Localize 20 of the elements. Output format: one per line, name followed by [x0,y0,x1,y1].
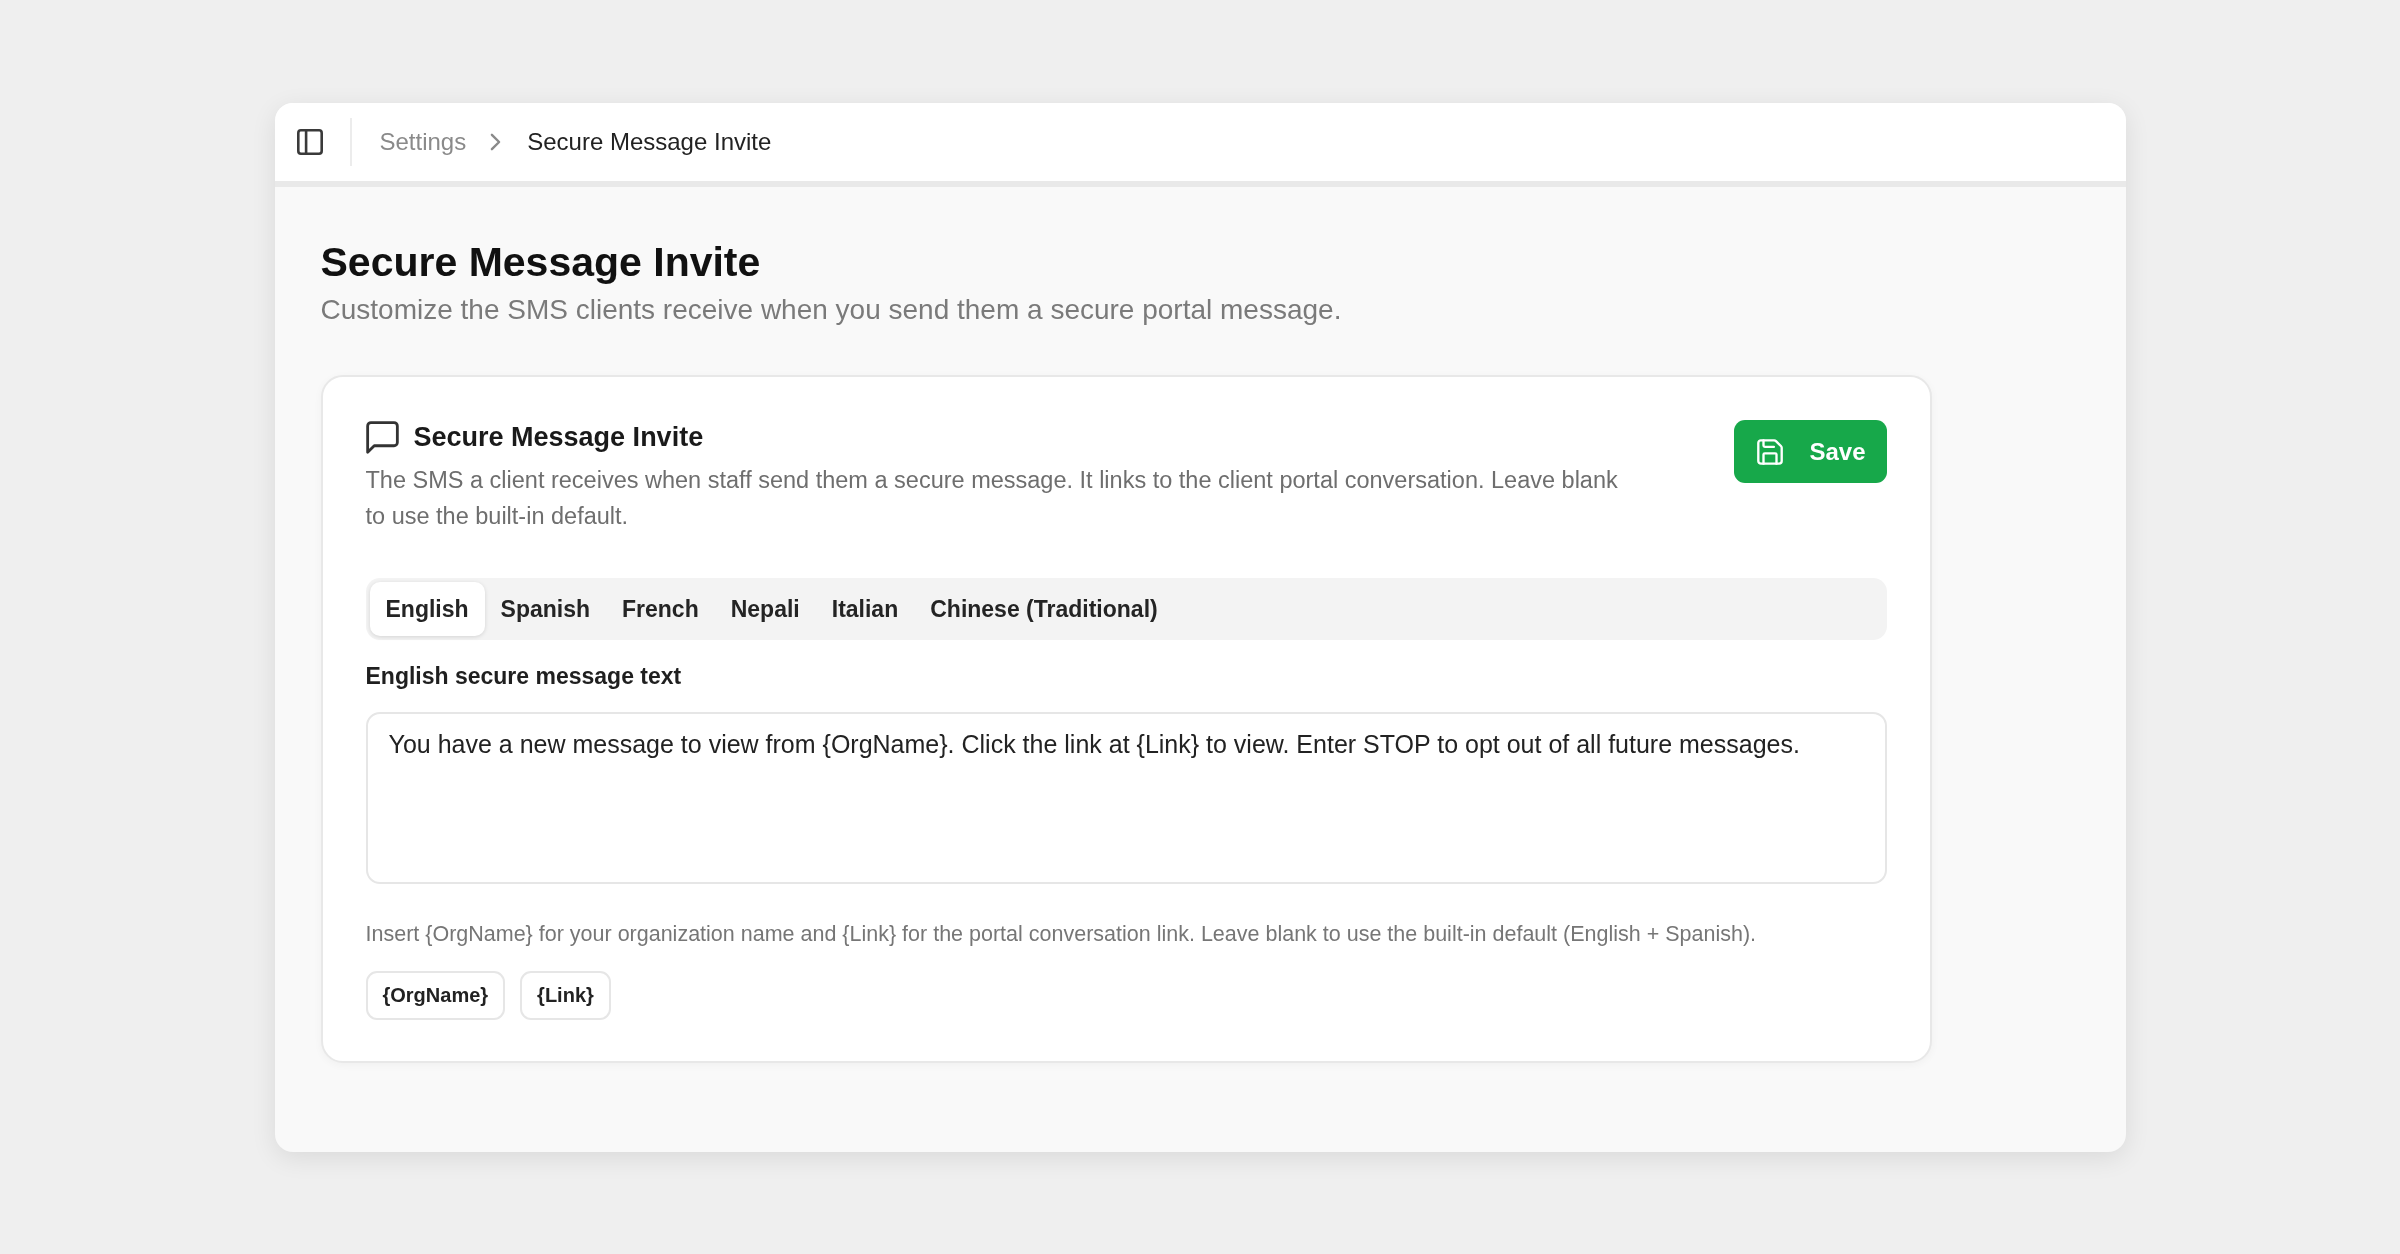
page-subtitle: Customize the SMS clients receive when you send them a secure portal message. [320,293,1343,327]
card-description: The SMS a client receives when staff send them a secure message. It links to the client portal conversation. Leave blank to use the built-in default. [365,466,1619,531]
field-hint: Insert {OrgName} for your organization name and {Link} for the portal conversation link. Leave blank to use the built-in default (English + Spanish). [365,921,1758,947]
card-title: Secure Message Invite [413,421,704,454]
message-text-field[interactable]: You have a new message to view from {OrgName}. Click the link at {Link} to view. Enter STOP to opt out of all future messages. [365,712,1887,884]
language-tab[interactable]: Chinese (Traditional) [914,582,1174,636]
token-chip[interactable]: {OrgName} [365,971,506,1020]
chat-bubble-icon [365,420,399,454]
sidebar-toggle-icon[interactable] [296,129,323,155]
breadcrumb-current: Secure Message Invite [527,128,772,156]
save-icon [1756,438,1783,465]
language-tab[interactable]: Nepali [714,582,816,636]
language-tab[interactable]: French [606,582,715,636]
page-title: Secure Message Invite [320,238,762,286]
field-label: English secure message text [365,662,683,690]
language-tab[interactable]: Spanish [484,582,607,636]
token-chip[interactable]: {Link} [520,971,611,1020]
language-tab[interactable]: Italian [815,582,915,636]
chevron-right-icon [490,133,502,151]
language-tab[interactable]: English [369,582,485,636]
